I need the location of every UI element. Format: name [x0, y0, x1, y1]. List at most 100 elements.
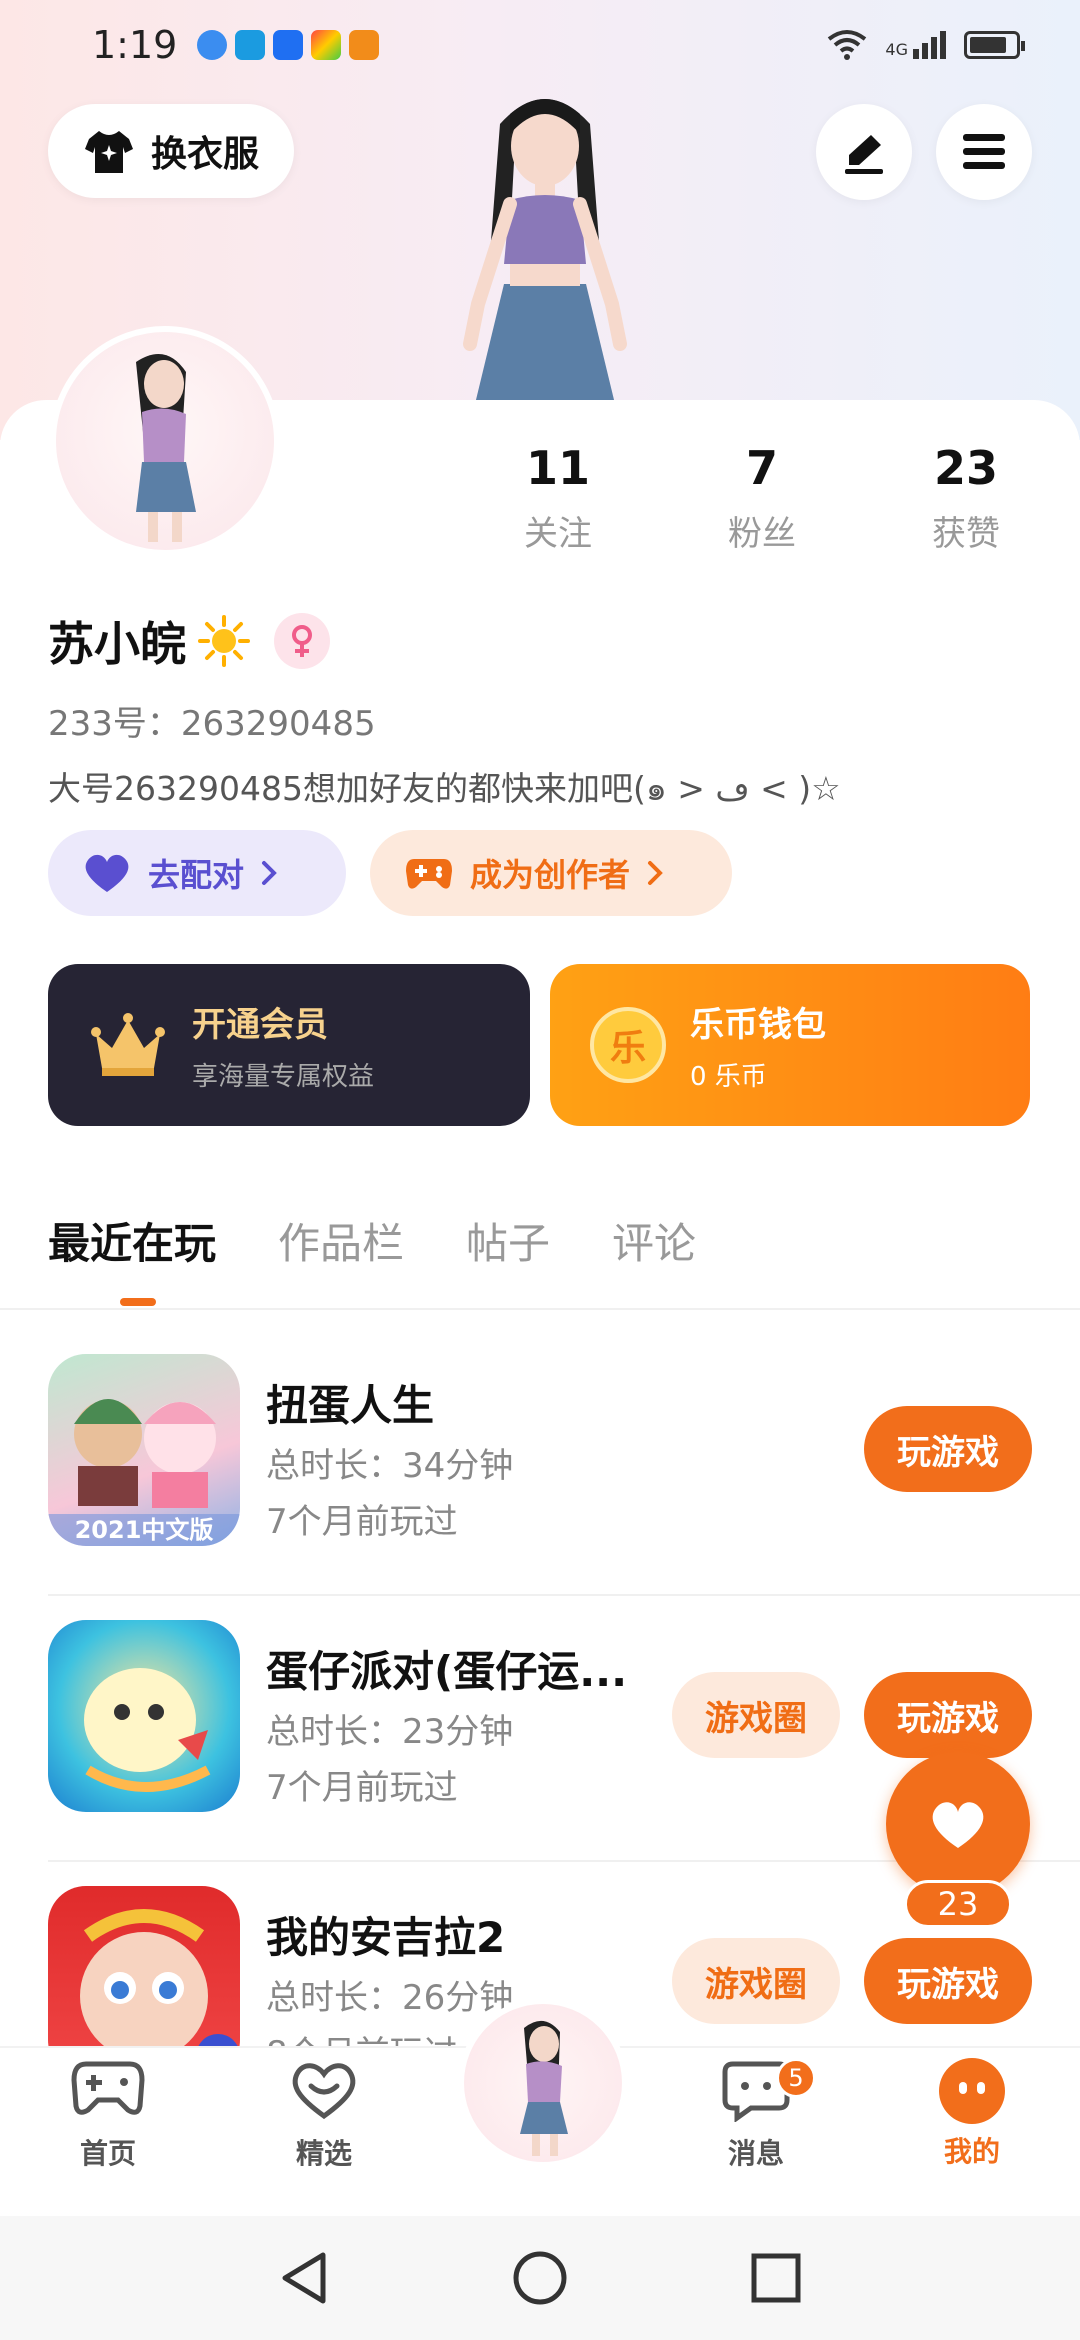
nav-home-label: 首页 [79, 2137, 136, 2170]
pencil-icon [845, 135, 883, 174]
chevron-right-icon [262, 861, 277, 885]
battery-icon [964, 31, 1025, 59]
signal-icon: 4G [885, 31, 946, 59]
tshirt-icon [84, 131, 133, 173]
like-button[interactable] [886, 1752, 1030, 1896]
user-id: 233号：263290485 [48, 704, 376, 744]
avatar-figure-icon [136, 354, 196, 542]
game-duration: 总时长：34分钟 [266, 1446, 514, 1486]
edit-button[interactable] [816, 104, 912, 200]
coin-wallet-card[interactable]: 乐 乐币钱包 0 乐币 [550, 964, 1030, 1126]
home-icon[interactable] [511, 2249, 569, 2307]
change-outfit-button[interactable]: 换衣服 [48, 104, 294, 198]
avatar-figure-icon [520, 2020, 568, 2156]
gamepad-icon [71, 2061, 145, 2115]
chevron-right-icon [648, 861, 663, 885]
tab-indicator [120, 1298, 156, 1306]
game-duration: 总时长：23分钟 [266, 1712, 514, 1752]
status-bar: 1:19 4G [0, 0, 1080, 90]
game-title: 蛋仔派对(蛋仔运... [266, 1647, 628, 1696]
avatar-3d-figure[interactable] [430, 84, 660, 404]
crown-icon [91, 1013, 165, 1076]
game-icon: 2021中文版 [48, 1354, 240, 1546]
coin-glyph: 乐 [609, 1028, 646, 1069]
game-duration: 总时长：26分钟 [266, 1978, 514, 2018]
tab-posts[interactable]: 帖子 [466, 1210, 550, 1271]
coin-icon: 乐 [590, 1007, 666, 1083]
username: 苏小皖 [48, 617, 186, 671]
stat-following[interactable]: 11 关注 [478, 440, 638, 555]
recents-icon[interactable] [749, 2251, 803, 2305]
avatar-center-button[interactable] [458, 1998, 628, 2168]
followers-count: 7 [745, 441, 778, 495]
nav-messages-label: 消息 [727, 2137, 784, 2170]
username-row: 苏小皖 [48, 608, 330, 674]
colorful-app-icon [311, 30, 342, 60]
nav-featured-label: 精选 [295, 2137, 352, 2170]
hamburger-menu-icon [963, 134, 1005, 169]
heart-icon [932, 1802, 984, 1848]
game-circle-button[interactable]: 游戏圈 [672, 1938, 840, 2024]
system-navigation-bar [0, 2216, 1080, 2340]
menu-button[interactable] [936, 104, 1032, 200]
match-label: 去配对 [148, 856, 245, 894]
following-count: 11 [525, 441, 590, 495]
back-icon[interactable] [277, 2249, 331, 2307]
play-app-icon [349, 30, 380, 60]
sun-emoji-icon [198, 615, 250, 667]
profile-avatar[interactable] [50, 326, 280, 556]
profile-tabs: 最近在玩 作品栏 帖子 评论 [48, 1210, 696, 1271]
stat-likes[interactable]: 23 获赞 [886, 440, 1046, 555]
tab-comments[interactable]: 评论 [612, 1210, 696, 1271]
vip-title: 开通会员 [192, 1005, 328, 1045]
likes-label: 获赞 [932, 514, 1000, 554]
nav-messages[interactable]: 消息 5 [676, 2058, 836, 2172]
game-last-played: 7个月前玩过 [266, 1502, 458, 1542]
followers-label: 粉丝 [728, 514, 796, 554]
wallet-title: 乐币钱包 [690, 1005, 826, 1045]
play-game-button[interactable]: 玩游戏 [864, 1938, 1032, 2024]
like-count-badge: 23 [904, 1880, 1012, 1928]
user-bio: 大号263290485想加好友的都快来加吧(๑ > ڡ < )☆ [48, 769, 841, 808]
game-title: 扭蛋人生 [266, 1381, 435, 1430]
game-last-played: 7个月前玩过 [266, 1768, 458, 1808]
heart-outline-icon [292, 2063, 356, 2120]
heart-icon [85, 854, 129, 892]
wifi-icon [828, 30, 867, 60]
game-circle-button[interactable]: 游戏圈 [672, 1672, 840, 1758]
change-outfit-label: 换衣服 [150, 134, 259, 175]
creator-label: 成为创作者 [470, 856, 631, 894]
vip-subtitle: 享海量专属权益 [192, 1062, 375, 1092]
following-label: 关注 [524, 514, 592, 554]
svg-text:2021中文版: 2021中文版 [75, 1516, 214, 1544]
game-icon: 2 [48, 1886, 240, 2046]
game-last-played: 8个月前玩过 [266, 2026, 458, 2046]
play-game-button[interactable]: 玩游戏 [864, 1672, 1032, 1758]
bulb-app-icon [273, 30, 304, 60]
status-right: 4G [827, 29, 1025, 61]
message-count-badge: 5 [776, 2058, 816, 2098]
match-button[interactable]: 去配对 [48, 830, 346, 916]
stat-followers[interactable]: 7 粉丝 [682, 440, 842, 555]
nav-home[interactable]: 首页 [28, 2058, 188, 2172]
notification-icons [197, 30, 380, 60]
play-game-button[interactable]: 玩游戏 [864, 1406, 1032, 1492]
tab-recently-played[interactable]: 最近在玩 [48, 1210, 216, 1271]
game-row[interactable]: 2021中文版 扭蛋人生 总时长：34分钟 7个月前玩过 玩游戏 [0, 1330, 1080, 1596]
vip-membership-card[interactable]: 开通会员 享海量专属权益 [48, 964, 530, 1126]
game-title: 我的安吉拉2 [266, 1913, 506, 1962]
wallet-balance: 0 乐币 [690, 1062, 767, 1092]
profile-face-icon [939, 2058, 1005, 2124]
female-gender-icon [274, 613, 330, 669]
nav-me-label: 我的 [943, 2135, 1000, 2168]
become-creator-button[interactable]: 成为创作者 [370, 830, 732, 916]
network-type: 4G [885, 40, 908, 59]
nav-me[interactable]: 我的 [892, 2058, 1052, 2170]
nav-featured[interactable]: 精选 [244, 2058, 404, 2172]
tabs-divider [0, 1308, 1080, 1310]
tab-works[interactable]: 作品栏 [278, 1210, 404, 1271]
book-app-icon [235, 30, 266, 60]
likes-count: 23 [933, 441, 998, 495]
gamepad-icon [406, 859, 452, 889]
app-notification-icon [197, 30, 228, 60]
